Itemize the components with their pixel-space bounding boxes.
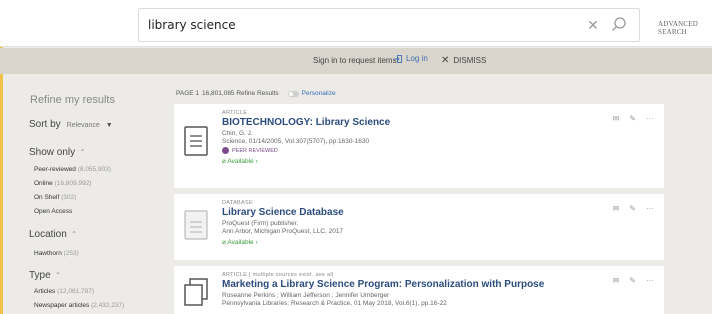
more-icon[interactable]: ··· bbox=[646, 276, 654, 285]
result-author: ProQuest (Firm) publisher. bbox=[222, 220, 299, 227]
login-link[interactable]: Log in bbox=[394, 54, 428, 63]
more-icon[interactable]: ··· bbox=[646, 204, 654, 213]
search-icon[interactable] bbox=[609, 15, 629, 35]
result-actions: ✉ ✎ ··· bbox=[613, 276, 654, 285]
refine-title: Refine my results bbox=[30, 94, 115, 106]
facet-type[interactable]: Type ⌃ bbox=[29, 270, 61, 281]
pin-icon[interactable]: ✎ bbox=[629, 114, 636, 123]
link-icon: ⌀ bbox=[222, 239, 226, 246]
chevron-right-icon: › bbox=[255, 239, 258, 246]
facet-title-label: Location bbox=[29, 229, 67, 240]
facet-item[interactable]: Hawthorn (253) bbox=[34, 250, 79, 257]
chevron-up-icon[interactable]: ⌃ bbox=[79, 148, 86, 157]
more-icon[interactable]: ··· bbox=[646, 114, 654, 123]
result-card[interactable]: ARTICLE BIOTECHNOLOGY: Library Science C… bbox=[174, 104, 664, 188]
database-icon bbox=[184, 210, 208, 240]
result-author: Roseanne Perkins ; William Jefferson ; J… bbox=[222, 292, 390, 299]
result-title[interactable]: BIOTECHNOLOGY: Library Science bbox=[222, 117, 592, 128]
facet-item[interactable]: On Shelf (302) bbox=[34, 194, 76, 201]
result-count: 16,801,085 Refine Results bbox=[202, 90, 279, 97]
results-header: PAGE 1 16,801,085 Refine Results Persona… bbox=[176, 90, 336, 97]
sort-by-label: Sort by bbox=[29, 119, 61, 130]
result-source: Science, 01/14/2005, Vol.307(5707), pp.1… bbox=[222, 138, 370, 145]
email-icon[interactable]: ✉ bbox=[613, 204, 620, 213]
peer-reviewed-icon bbox=[222, 147, 229, 154]
facet-item[interactable]: Online (16,809,992) bbox=[34, 180, 91, 187]
close-icon: ✕ bbox=[441, 54, 450, 66]
result-card[interactable]: DATABASE Library Science Database ProQue… bbox=[174, 194, 664, 260]
availability-link[interactable]: ⌀ Available › bbox=[222, 238, 592, 246]
result-source: Pennsylvania Libraries: Research & Pract… bbox=[222, 300, 447, 307]
signin-banner: Sign in to request items Log in ✕ DISMIS… bbox=[0, 48, 712, 74]
facet-title-label: Show only bbox=[29, 147, 76, 158]
page-number: PAGE 1 bbox=[176, 90, 200, 97]
facet-title-label: Type bbox=[29, 270, 51, 281]
result-card[interactable]: ARTICLE | multiple sources exist. see al… bbox=[174, 266, 664, 314]
result-type: ARTICLE bbox=[222, 110, 248, 116]
caret-down-icon[interactable]: ▼ bbox=[106, 122, 113, 129]
email-icon[interactable]: ✉ bbox=[613, 276, 620, 285]
article-icon bbox=[184, 126, 208, 156]
sort-by-value[interactable]: Relevance bbox=[67, 122, 100, 129]
peer-reviewed-badge: PEER REVIEWED bbox=[222, 147, 592, 154]
facet-item[interactable]: Open Access bbox=[34, 208, 72, 215]
result-source: Ann Arbor, Michigan ProQuest, LLC, 2017 bbox=[222, 228, 344, 235]
result-actions: ✉ ✎ ··· bbox=[613, 204, 654, 213]
advanced-search-link[interactable]: ADVANCED SEARCH bbox=[658, 20, 712, 36]
sort-by-control[interactable]: Sort by Relevance ▼ bbox=[29, 119, 113, 130]
search-box[interactable]: library science ✕ bbox=[138, 8, 640, 42]
email-icon[interactable]: ✉ bbox=[613, 114, 620, 123]
result-body: ARTICLE | multiple sources exist. see al… bbox=[222, 272, 592, 308]
clear-icon[interactable]: ✕ bbox=[584, 16, 602, 34]
dismiss-button[interactable]: ✕ DISMISS bbox=[441, 54, 487, 66]
availability-link[interactable]: ⌀ Available › bbox=[222, 157, 592, 165]
facet-item[interactable]: Newspaper articles (2,432,237) bbox=[34, 302, 124, 309]
facet-item[interactable]: Articles (12,061,787) bbox=[34, 288, 94, 295]
login-icon bbox=[394, 54, 402, 63]
pin-icon[interactable]: ✎ bbox=[629, 204, 636, 213]
result-type: ARTICLE | multiple sources exist. see al… bbox=[222, 272, 334, 278]
facet-item[interactable]: Peer-reviewed (8,055,903) bbox=[34, 166, 111, 173]
top-bar: library science ✕ ADVANCED SEARCH bbox=[0, 0, 712, 47]
pin-icon[interactable]: ✎ bbox=[629, 276, 636, 285]
chevron-up-icon[interactable]: ⌃ bbox=[71, 230, 78, 239]
signin-message: Sign in to request items bbox=[313, 56, 397, 65]
chevron-up-icon[interactable]: ⌃ bbox=[55, 271, 62, 280]
personalize-toggle[interactable] bbox=[287, 90, 299, 97]
result-body: ARTICLE BIOTECHNOLOGY: Library Science C… bbox=[222, 110, 592, 165]
result-actions: ✉ ✎ ··· bbox=[613, 114, 654, 123]
result-author: Chin, G. J. bbox=[222, 130, 253, 137]
chevron-right-icon: › bbox=[255, 158, 258, 165]
facet-show-only[interactable]: Show only ⌃ bbox=[29, 147, 86, 158]
result-type: DATABASE bbox=[222, 200, 253, 206]
login-label: Log in bbox=[406, 54, 428, 63]
result-title[interactable]: Library Science Database bbox=[222, 207, 592, 218]
search-input[interactable]: library science bbox=[148, 18, 236, 32]
link-icon: ⌀ bbox=[222, 158, 226, 165]
result-body: DATABASE Library Science Database ProQue… bbox=[222, 200, 592, 246]
personalize-label[interactable]: Personalize bbox=[302, 90, 336, 97]
multiple-sources-icon bbox=[184, 278, 208, 306]
result-title[interactable]: Marketing a Library Science Program: Per… bbox=[222, 279, 592, 290]
facet-location[interactable]: Location ⌃ bbox=[29, 229, 78, 240]
dismiss-label: DISMISS bbox=[453, 56, 487, 65]
